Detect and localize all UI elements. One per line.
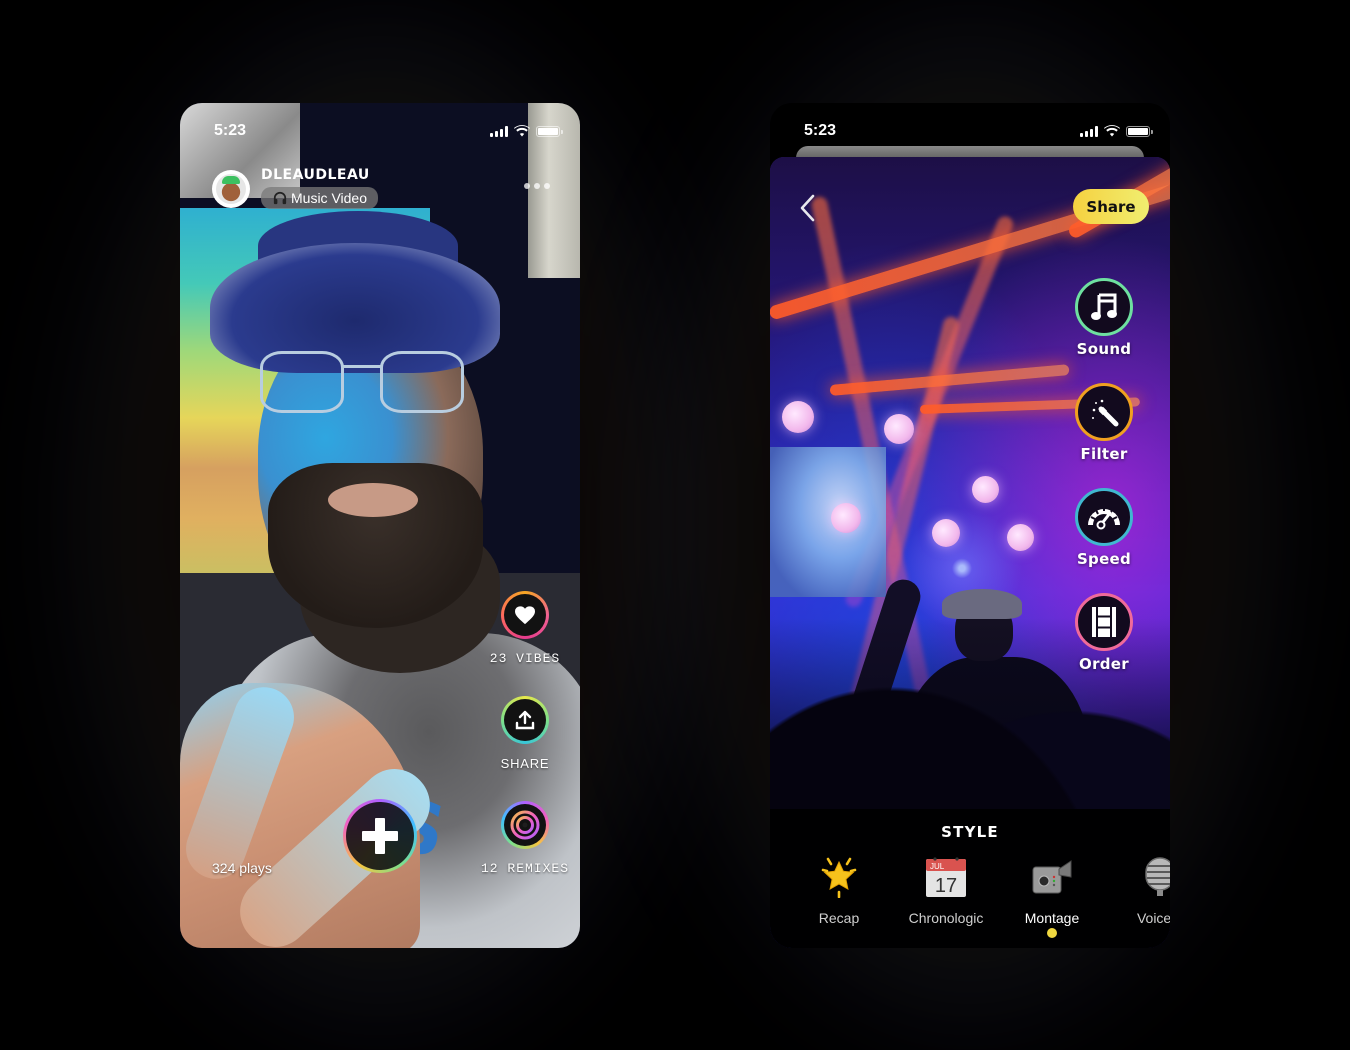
- stage-orb: [972, 476, 999, 503]
- status-icons: [1080, 125, 1153, 137]
- calendar-month: JUL: [930, 862, 945, 871]
- stage-orb: [1007, 524, 1034, 551]
- cap: [210, 243, 500, 373]
- video-feed-screen: JS 5:23 DLEAUDLEAU Music Video: [180, 103, 580, 948]
- create-remix-button[interactable]: [343, 799, 417, 873]
- order-tool-label: Order: [1079, 655, 1129, 673]
- action-rail: 23 VIBES SHARE 12 REMIXES: [479, 591, 571, 876]
- calendar-day: 17: [935, 875, 957, 897]
- crowd-silhouette: [942, 589, 1022, 619]
- style-option-recap[interactable]: Recap: [789, 855, 889, 926]
- stage-orb: [884, 414, 914, 444]
- glowing-star-icon: [817, 855, 861, 899]
- signal-icon: [1080, 125, 1098, 137]
- music-note-icon: [1091, 293, 1117, 320]
- video-editor-screen: 5:23 Share Sound Filter Speed Order STYL…: [770, 103, 1170, 948]
- filter-tool-label: Filter: [1080, 445, 1128, 463]
- share-button[interactable]: Share: [1073, 189, 1149, 224]
- style-picker: STYLE Recap JUL 17 Chronologic Montage V…: [770, 809, 1170, 948]
- editor-sheet: Share Sound Filter Speed Order STYLE Rec…: [770, 157, 1170, 948]
- sound-tool-button[interactable]: Sound: [1075, 278, 1133, 358]
- glasses-bridge: [342, 365, 382, 368]
- concentric-rings-icon: [510, 810, 540, 840]
- style-option-chronologic[interactable]: JUL 17 Chronologic: [896, 855, 996, 926]
- stage-orb: [782, 401, 814, 433]
- status-icons: [490, 125, 563, 137]
- speed-tool-button[interactable]: Speed: [1075, 488, 1133, 568]
- headphones-icon: [273, 191, 287, 205]
- upload-icon: [515, 710, 535, 730]
- style-option-label: Recap: [818, 910, 860, 926]
- remixes-count: 12 REMIXES: [480, 861, 569, 876]
- share-action-button[interactable]: SHARE: [501, 696, 550, 771]
- status-bar: 5:23: [770, 103, 1170, 159]
- wifi-icon: [1104, 125, 1120, 137]
- chevron-left-icon[interactable]: [796, 192, 820, 224]
- category-tag-label: Music Video: [291, 190, 368, 206]
- microphone-icon: [1136, 855, 1170, 899]
- stage-orb: [932, 519, 960, 547]
- wifi-icon: [514, 125, 530, 137]
- style-option-montage[interactable]: Montage: [1002, 855, 1102, 926]
- calendar-icon: JUL 17: [924, 855, 968, 899]
- plus-icon: [362, 818, 398, 854]
- heart-icon: [514, 606, 535, 625]
- status-bar: 5:23: [180, 103, 580, 159]
- stage-screen: [770, 447, 886, 597]
- user-header: DLEAUDLEAU Music Video: [212, 167, 379, 210]
- remix-button[interactable]: 12 REMIXES: [481, 801, 569, 876]
- vibes-count: 23 VIBES: [489, 651, 561, 666]
- sound-tool-label: Sound: [1076, 340, 1132, 358]
- stage-orb: [831, 503, 861, 533]
- signal-icon: [490, 125, 508, 137]
- mouth: [328, 483, 418, 517]
- speed-tool-label: Speed: [1076, 550, 1132, 568]
- username[interactable]: DLEAUDLEAU: [261, 167, 378, 183]
- style-title: STYLE: [941, 823, 999, 841]
- selected-indicator: [1047, 928, 1057, 938]
- video-camera-icon: [1030, 855, 1074, 899]
- glasses-lens: [260, 351, 344, 413]
- style-option-label: Montage: [1024, 910, 1080, 926]
- category-tag[interactable]: Music Video: [261, 187, 379, 209]
- battery-icon: [536, 125, 563, 137]
- film-strip-icon: [1092, 607, 1116, 637]
- vibes-button[interactable]: 23 VIBES: [490, 591, 560, 666]
- speedometer-icon: [1088, 507, 1120, 530]
- ellipsis-icon[interactable]: [524, 183, 550, 189]
- status-time: 5:23: [804, 122, 837, 139]
- editor-tool-rail: Sound Filter Speed Order: [1064, 278, 1144, 673]
- status-time: 5:23: [214, 122, 247, 139]
- plays-count: 324 plays: [212, 860, 272, 876]
- order-tool-button[interactable]: Order: [1075, 593, 1133, 673]
- style-option-voiceover[interactable]: Voiceo: [1108, 855, 1170, 926]
- battery-icon: [1126, 125, 1153, 137]
- filter-tool-button[interactable]: Filter: [1075, 383, 1133, 463]
- avatar[interactable]: [212, 169, 250, 208]
- style-option-label: Voiceo: [1136, 910, 1170, 926]
- magic-wand-icon: [1092, 399, 1119, 427]
- style-option-label: Chronologic: [908, 910, 984, 926]
- glasses-lens: [380, 351, 464, 413]
- share-label: SHARE: [500, 756, 550, 771]
